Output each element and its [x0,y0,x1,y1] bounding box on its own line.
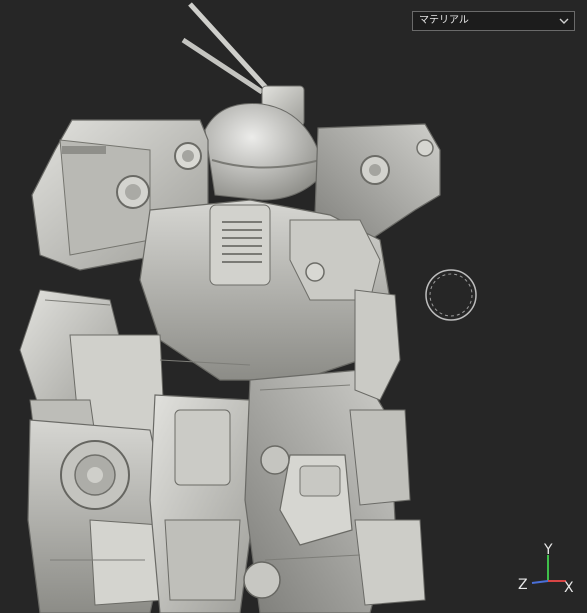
material-dropdown[interactable]: マテリアル [412,11,575,31]
axis-x-label: X [564,580,574,596]
brush-circle-icon [425,269,477,321]
axis-z-label: Z [518,577,528,593]
axis-gizmo[interactable]: Y X Z [514,543,578,599]
axis-y-label: Y [544,542,553,558]
chevron-down-icon [559,18,569,24]
3d-viewport[interactable]: マテリアル Y X Z [0,0,587,613]
mech-model [19,2,441,613]
material-dropdown-label: マテリアル [419,15,469,26]
